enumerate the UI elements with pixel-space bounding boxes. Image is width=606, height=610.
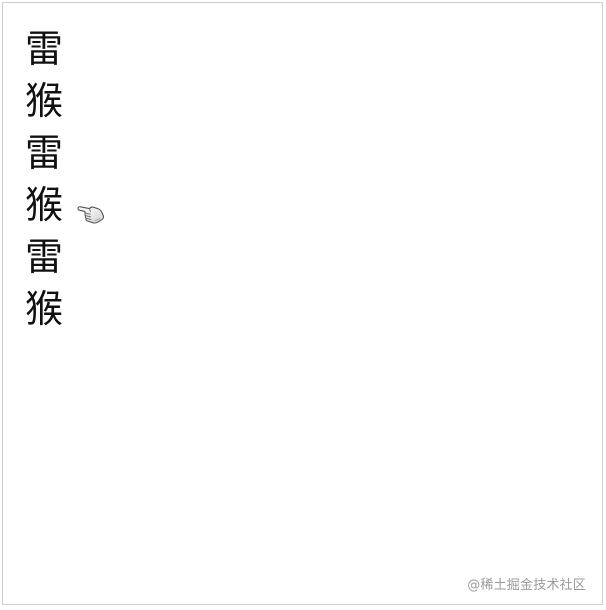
char-item[interactable]: 雷 xyxy=(25,23,63,75)
content-frame: 雷 猴 雷 猴 雷 猴 @稀土掘金技术社区 xyxy=(2,2,603,605)
watermark-text: @稀土掘金技术社区 xyxy=(467,578,586,593)
char-item[interactable]: 雷 xyxy=(25,231,63,283)
char-item-hovered[interactable]: 猴 xyxy=(25,179,63,231)
character-list: 雷 猴 雷 猴 雷 猴 xyxy=(25,23,63,335)
pointing-hand-icon xyxy=(77,206,105,224)
char-item[interactable]: 猴 xyxy=(25,75,63,127)
char-item[interactable]: 雷 xyxy=(25,127,63,179)
char-item[interactable]: 猴 xyxy=(25,283,63,335)
